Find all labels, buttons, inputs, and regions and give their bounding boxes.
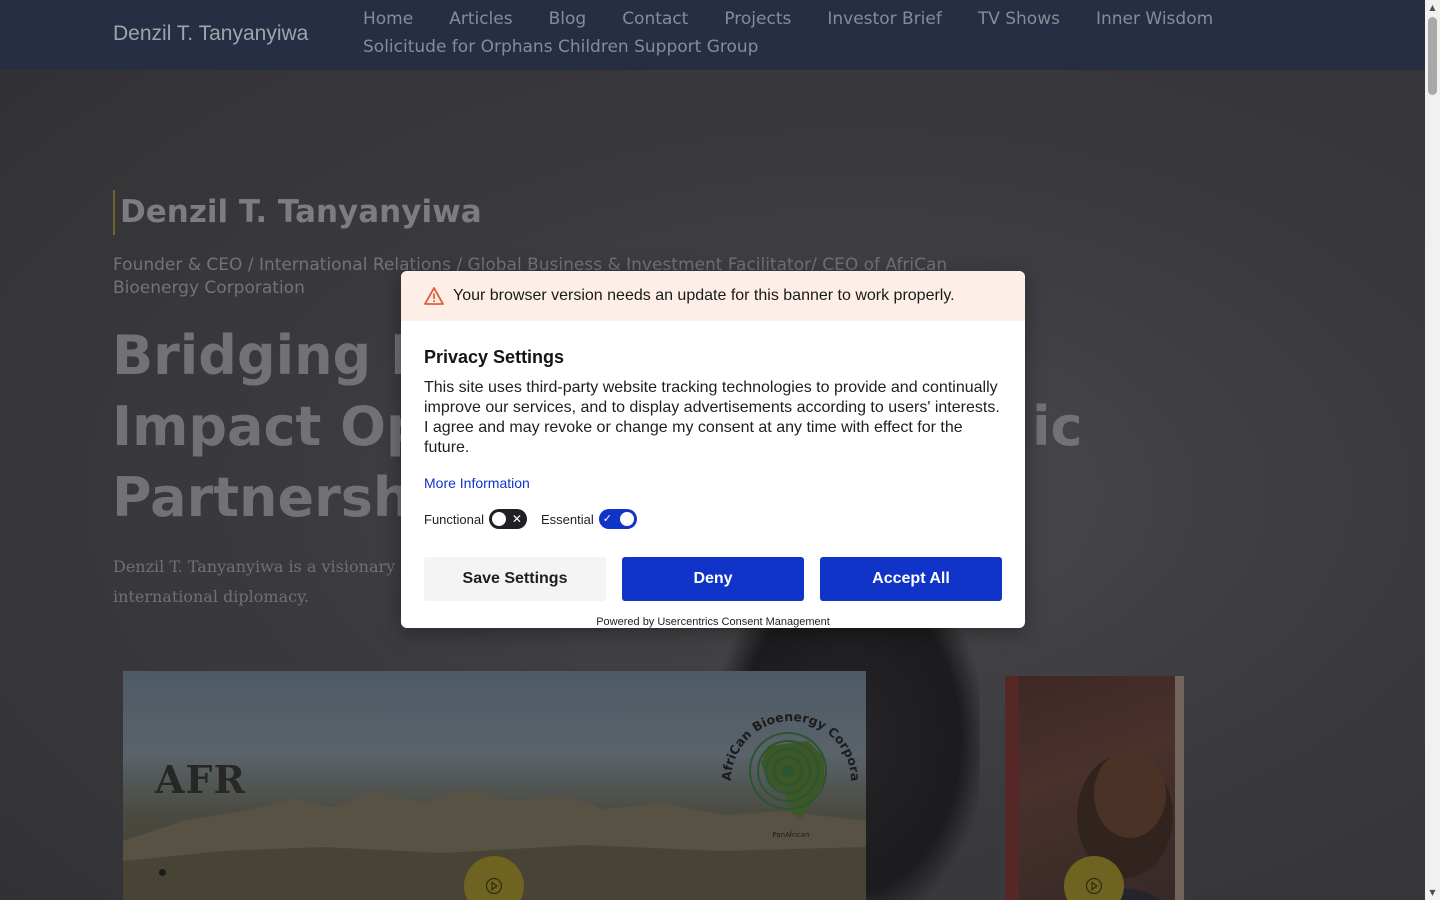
more-information-link[interactable]: More Information <box>424 475 530 491</box>
close-icon: ✕ <box>511 512 522 526</box>
essential-label: Essential <box>540 511 594 527</box>
consent-toggles: Functional ✕ Essential ✓ <box>424 509 1002 529</box>
warning-triangle-icon <box>424 287 444 305</box>
privacy-settings-dialog: Your browser version needs an update for… <box>401 271 1025 628</box>
scroll-up-arrow-icon[interactable]: ▲ <box>1425 0 1440 15</box>
toggle-knob <box>619 512 634 526</box>
page-scrollbar[interactable]: ▲ ▼ <box>1425 0 1440 900</box>
scrollbar-thumb[interactable] <box>1428 17 1437 95</box>
scroll-down-arrow-icon[interactable]: ▼ <box>1425 885 1440 900</box>
deny-button[interactable]: Deny <box>622 557 804 601</box>
consent-description: This site uses third-party website track… <box>424 379 1000 456</box>
consent-buttons: Save Settings Deny Accept All <box>424 557 1002 601</box>
dialog-title: Privacy Settings <box>424 347 565 367</box>
save-settings-button[interactable]: Save Settings <box>424 557 606 601</box>
powered-by-text: Powered by Usercentrics Consent Manageme… <box>596 616 830 628</box>
warning-text: Your browser version needs an update for… <box>453 287 955 304</box>
checkmark-icon: ✓ <box>602 513 612 525</box>
functional-toggle[interactable]: ✕ <box>488 509 527 529</box>
essential-toggle[interactable]: ✓ <box>598 509 637 529</box>
browser-warning-banner: Your browser version needs an update for… <box>401 271 1025 321</box>
accept-all-button[interactable]: Accept All <box>820 557 1002 601</box>
functional-label: Functional <box>424 511 484 527</box>
toggle-knob <box>491 512 506 526</box>
